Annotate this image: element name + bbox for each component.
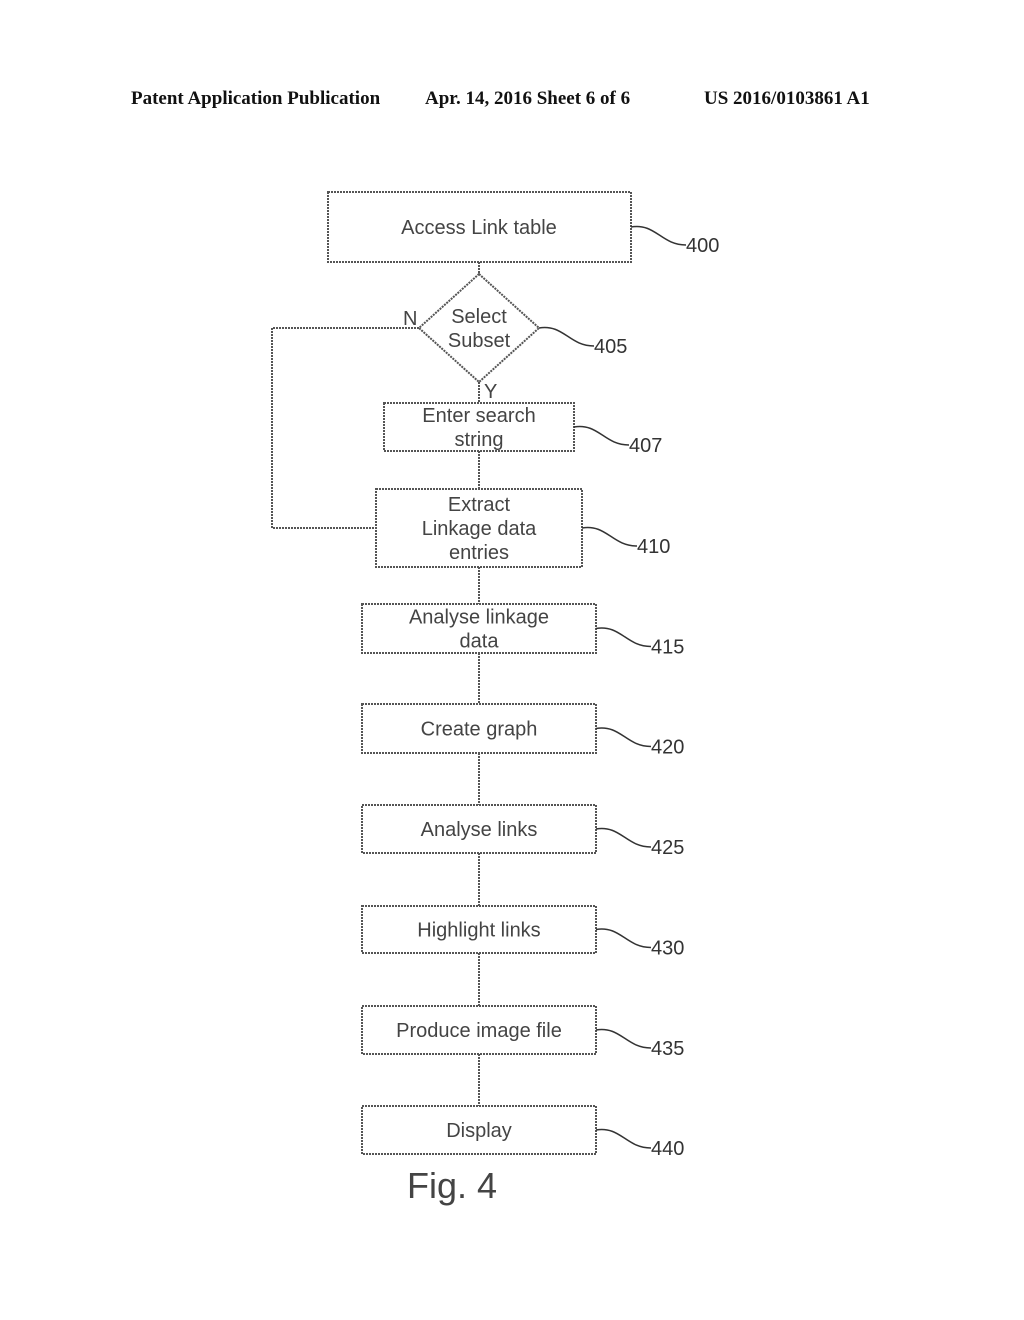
reference-leader (573, 425, 630, 446)
reference-numeral: 440 (651, 1138, 684, 1160)
reference-numeral: 415 (651, 637, 684, 659)
reference-numeral: 407 (629, 435, 662, 457)
step-label: Extract (448, 494, 511, 516)
flowchart-diagram: YN Access Link table400SelectSubset 405En… (271, 191, 719, 1206)
step-label: Produce image file (396, 1020, 562, 1042)
yes-label: Y (484, 381, 497, 403)
reference-leader (595, 727, 652, 748)
step-410: ExtractLinkage dataentries 410 (375, 488, 670, 568)
reference-numeral: 425 (651, 837, 684, 859)
reference-leader (595, 928, 652, 949)
step-label: Create graph (421, 719, 538, 741)
reference-leader (595, 1128, 652, 1149)
reference-numeral: 405 (594, 336, 627, 358)
step-label: Highlight links (417, 920, 540, 942)
reference-numeral: 430 (651, 938, 684, 960)
reference-leader (595, 627, 652, 648)
step-label: Display (446, 1120, 512, 1142)
reference-leader (630, 225, 687, 246)
reference-numeral: 420 (651, 737, 684, 759)
step-430: Highlight links 430 (361, 905, 684, 960)
reference-numeral: 435 (651, 1038, 684, 1060)
reference-leader (595, 1028, 652, 1049)
step-label: Analyse links (421, 819, 538, 841)
step-label: Linkage data (422, 518, 537, 540)
decision-diamond (417, 272, 541, 384)
no-label: N (403, 308, 417, 330)
step-label: Access Link table (401, 217, 557, 239)
step-440: Display 440 (361, 1105, 684, 1160)
step-400: Access Link table 400 (327, 191, 719, 263)
step-407: Enter searchstring 407 (383, 402, 662, 457)
reference-numeral: 410 (637, 536, 670, 558)
step-label: Enter search (422, 405, 535, 427)
reference-leader (538, 326, 595, 347)
nodes-layer: Access Link table 400 SelectSubset 405 Enter… (327, 191, 719, 1160)
figure-label: Fig. 4 (407, 1165, 497, 1206)
step-405: SelectSubset 405 (417, 272, 627, 384)
step-435: Produce image file 435 (361, 1005, 684, 1060)
step-label: string (455, 429, 504, 451)
step-label: entries (449, 542, 509, 564)
step-label: Select (451, 306, 507, 328)
reference-numeral: 400 (686, 235, 719, 257)
step-415: Analyse linkagedata 415 (361, 603, 684, 659)
reference-leader (581, 526, 638, 547)
step-425: Analyse links 425 (361, 804, 684, 859)
step-label: data (460, 631, 500, 653)
step-label: Analyse linkage (409, 607, 549, 629)
reference-leader (595, 827, 652, 848)
step-420: Create graph 420 (361, 703, 684, 759)
step-label: Subset (448, 330, 511, 352)
edges-layer: YN (271, 262, 497, 1106)
